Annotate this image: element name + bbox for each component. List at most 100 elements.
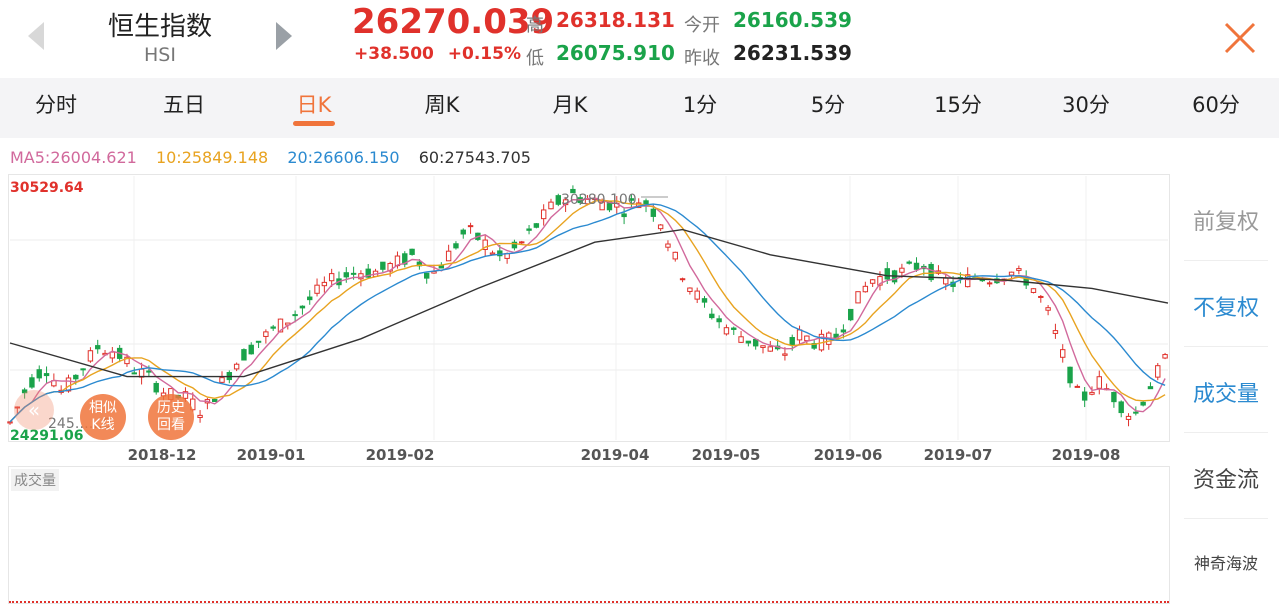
candle-body — [292, 314, 298, 317]
candle-body — [738, 336, 744, 343]
change-percent: +0.15% — [447, 44, 522, 64]
candle-body — [665, 243, 671, 248]
candle-body — [1060, 349, 1066, 358]
similar-k-button[interactable]: 相似K线 — [80, 394, 126, 440]
candle-body — [701, 298, 708, 303]
tab-five-day[interactable]: 五日 — [134, 78, 234, 138]
collapse-chevron-icon[interactable]: « — [14, 390, 54, 430]
index-name: 恒生指数 — [107, 12, 212, 42]
candle-body — [1140, 401, 1146, 406]
candle-body — [913, 262, 920, 270]
tab-15min[interactable]: 15分 — [908, 78, 1008, 138]
candle-body — [1147, 386, 1154, 390]
candle-body — [1096, 376, 1102, 389]
ma10-value: 10:25849.148 — [155, 148, 269, 167]
candle-body — [36, 369, 42, 379]
price-change: +38.500 +0.15% — [354, 44, 529, 64]
tab-30min[interactable]: 30分 — [1036, 78, 1136, 138]
tab-1min[interactable]: 1分 — [650, 78, 750, 138]
candle-body — [694, 290, 700, 300]
candle-body — [153, 382, 159, 393]
tab-minute[interactable]: 分时 — [6, 78, 106, 138]
candle-body — [519, 241, 525, 244]
candle-body — [526, 228, 532, 231]
open-label: 今开 — [684, 15, 720, 36]
candle-body — [760, 345, 766, 348]
low-label: 低 — [526, 48, 544, 69]
ma60-value: 60:27543.705 — [418, 148, 531, 167]
candle-body — [270, 326, 276, 329]
candle-body — [869, 279, 876, 284]
tab-weekly-k[interactable]: 周K — [392, 78, 492, 138]
close-icon[interactable] — [1220, 18, 1260, 58]
side-capital-flow[interactable]: 资金流 — [1180, 462, 1272, 494]
candle-body — [299, 305, 306, 309]
side-divider — [1184, 518, 1268, 519]
side-volume[interactable]: 成交量 — [1180, 376, 1272, 408]
candle-body — [241, 349, 247, 361]
candle-body — [657, 224, 664, 230]
candle-body — [255, 340, 262, 343]
candle-body — [533, 223, 540, 228]
candle-body — [131, 372, 137, 375]
quote-header: 恒生指数 HSI 26270.039 +38.500 +0.15% 高 2631… — [0, 0, 1279, 78]
candle-body — [1067, 366, 1073, 384]
candle-body — [314, 284, 320, 294]
x-tick-label: 2019-06 — [814, 446, 883, 464]
candle-body — [87, 350, 94, 362]
candle-body — [219, 377, 225, 383]
candle-body — [1016, 268, 1022, 271]
tab-60min[interactable]: 60分 — [1166, 78, 1266, 138]
candle-body — [767, 346, 774, 352]
candle-body — [716, 318, 722, 323]
tab-5min[interactable]: 5分 — [778, 78, 878, 138]
candle-body — [248, 344, 254, 355]
tab-daily-k[interactable]: 日K — [264, 78, 364, 138]
side-magic-wave[interactable]: 神奇海波 — [1180, 550, 1272, 574]
candle-body — [233, 363, 240, 370]
candle-body — [321, 281, 328, 287]
similar-k-label: 相似K线 — [89, 400, 117, 433]
candle-body — [489, 252, 496, 255]
x-tick-label: 2019-02 — [366, 446, 435, 464]
moving-average-lines — [9, 197, 1169, 423]
side-divider — [1184, 346, 1268, 347]
candle-body — [906, 261, 912, 264]
ma-legend: MA5:26004.621 10:25849.148 20:26606.150 … — [10, 148, 545, 167]
volume-label: 成交量 — [11, 469, 59, 491]
volume-panel: 成交量 — [8, 466, 1170, 604]
candle-body — [1162, 354, 1168, 359]
candle-body — [548, 201, 554, 210]
tab-monthly-k[interactable]: 月K — [520, 78, 620, 138]
candle-body — [460, 229, 466, 235]
high-value: 26318.131 — [556, 8, 675, 32]
history-review-button[interactable]: 历史回看 — [148, 394, 194, 440]
x-tick-label: 2018-12 — [128, 446, 197, 464]
prev-close-value: 26231.539 — [733, 41, 852, 65]
ma20-line — [9, 203, 1166, 423]
ma10-line — [9, 199, 1166, 423]
candle-body — [1052, 330, 1059, 334]
x-tick-label: 2019-08 — [1052, 446, 1121, 464]
candle-body — [1045, 307, 1051, 311]
candle-body — [884, 268, 890, 280]
side-forward-adjusted[interactable]: 前复权 — [1180, 204, 1272, 236]
candle-body — [211, 398, 218, 403]
peak-price-label: 30280.100 — [561, 192, 637, 208]
candle-body — [855, 291, 861, 304]
candle-body — [899, 267, 905, 273]
candle-body — [986, 282, 993, 285]
side-unadjusted[interactable]: 不复权 — [1180, 290, 1272, 322]
open-value: 26160.539 — [733, 8, 852, 32]
next-arrow-icon[interactable] — [268, 18, 298, 54]
ma5-line — [9, 197, 1166, 423]
x-tick-label: 2019-05 — [692, 446, 761, 464]
candle-body — [43, 373, 50, 377]
candle-body — [723, 327, 730, 335]
candle-body — [109, 351, 116, 359]
volume-baseline — [9, 599, 1169, 603]
previous-arrow-icon[interactable] — [22, 18, 52, 54]
candle-body — [731, 327, 737, 330]
candle-body — [1008, 271, 1015, 276]
candle-body — [73, 374, 79, 380]
